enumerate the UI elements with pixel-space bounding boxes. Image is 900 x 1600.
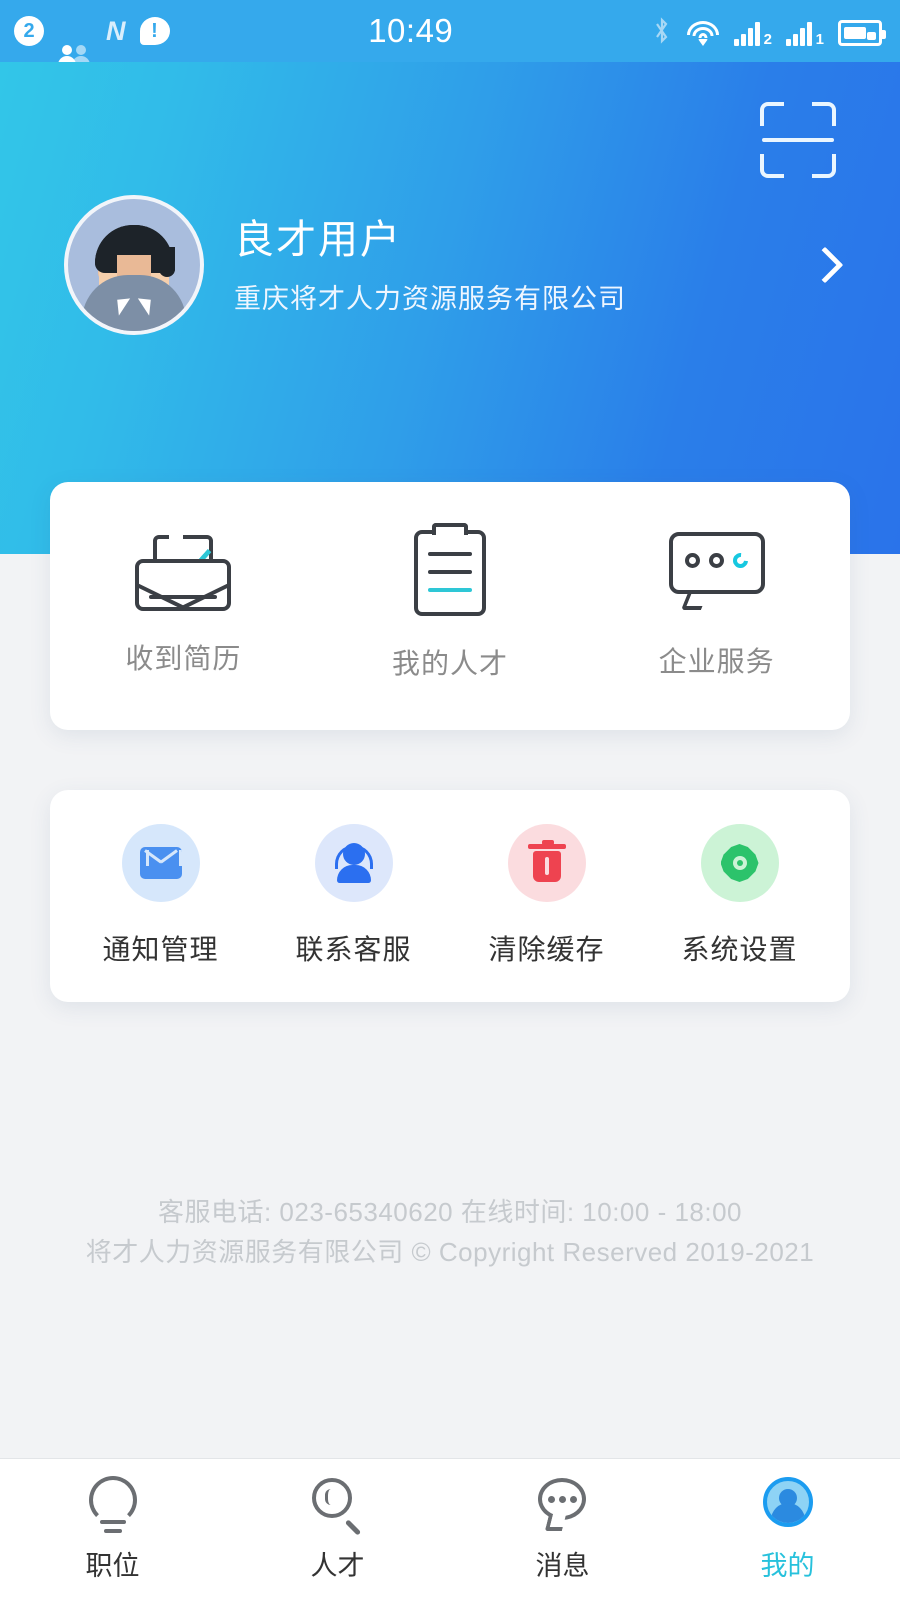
tab-label: 职位 (85, 1551, 140, 1581)
tool-system-settings[interactable]: 系统设置 (643, 824, 836, 968)
message-bubble-icon (535, 1476, 591, 1534)
tab-label: 消息 (535, 1551, 590, 1581)
tools-card: 通知管理 联系客服 清除缓存 系统设置 (50, 790, 850, 1002)
profile-text: 良才用户 重庆将才人力资源服务有限公司 (234, 215, 626, 316)
footer-info: 客服电话: 023-65340620 在线时间: 10:00 - 18:00 将… (0, 1192, 900, 1273)
trash-icon (507, 824, 586, 902)
profile-person-icon (760, 1476, 816, 1534)
quick-action-label: 我的人才 (392, 648, 509, 679)
chevron-right-icon[interactable] (806, 246, 844, 284)
notification-count-icon: 2 (14, 16, 44, 46)
tool-label: 系统设置 (681, 934, 798, 965)
tool-clear-cache[interactable]: 清除缓存 (450, 824, 643, 968)
tab-label: 我的 (760, 1551, 815, 1581)
tools-grid: 通知管理 联系客服 清除缓存 系统设置 (50, 790, 850, 1002)
bottom-tab-bar: 职位 人才 消息 我的 (0, 1458, 900, 1600)
tool-notification-management[interactable]: 通知管理 (64, 824, 257, 968)
chat-bubble-dots-icon (668, 532, 765, 614)
signal-sim1-icon: 1 (786, 22, 824, 48)
profile-row[interactable]: 良才用户 重庆将才人力资源服务有限公司 (0, 185, 900, 345)
alert-exclamation-icon: ! (139, 17, 170, 45)
tool-contact-support[interactable]: 联系客服 (257, 824, 450, 968)
signal-sim2-icon: 2 (734, 22, 772, 48)
status-bar: 2 N ! 10:49 2 1 (0, 0, 900, 68)
status-bar-right-icons: 2 1 (652, 16, 900, 48)
contacts-icon (58, 17, 92, 68)
quick-actions-grid: 收到简历 我的人才 企业服务 (50, 482, 850, 730)
footer-copyright-line: 将才人力资源服务有限公司 © Copyright Reserved 2019-2… (85, 1237, 815, 1268)
battery-charging-icon (838, 20, 886, 46)
quick-action-received-resumes[interactable]: 收到简历 (50, 535, 317, 677)
user-avatar (64, 195, 204, 335)
tool-label: 通知管理 (102, 934, 219, 965)
netease-n-icon: N (106, 15, 126, 46)
company-name: 重庆将才人力资源服务有限公司 (234, 283, 626, 314)
headset-support-icon (314, 824, 393, 902)
tab-talents[interactable]: 人才 (225, 1459, 450, 1600)
quick-action-enterprise-services[interactable]: 企业服务 (583, 532, 850, 680)
tool-label: 清除缓存 (488, 934, 605, 965)
gear-icon (700, 824, 779, 902)
quick-action-my-talents[interactable]: 我的人才 (317, 523, 584, 682)
tab-messages[interactable]: 消息 (450, 1459, 675, 1600)
mail-icon (121, 824, 200, 902)
status-bar-left-icons: 2 N ! (0, 15, 170, 68)
user-name: 良才用户 (234, 217, 402, 262)
magnifier-icon (310, 1476, 366, 1536)
quick-action-label: 收到简历 (125, 643, 242, 674)
clipboard-lines-icon (414, 523, 486, 620)
lightbulb-icon (85, 1476, 141, 1534)
profile-header: 良才用户 重庆将才人力资源服务有限公司 (0, 62, 900, 554)
quick-action-label: 企业服务 (658, 646, 775, 677)
tab-mine[interactable]: 我的 (675, 1459, 900, 1600)
footer-contact-line: 客服电话: 023-65340620 在线时间: 10:00 - 18:00 (157, 1197, 743, 1227)
bluetooth-icon (656, 17, 668, 44)
tab-label: 人才 (310, 1551, 365, 1581)
scan-qr-icon[interactable] (760, 102, 836, 178)
wifi-icon (686, 20, 720, 46)
tab-jobs[interactable]: 职位 (0, 1459, 225, 1600)
status-bar-clock: 10:49 (368, 12, 454, 49)
envelope-check-icon (135, 535, 232, 611)
quick-actions-card: 收到简历 我的人才 企业服务 (50, 482, 850, 730)
tool-label: 联系客服 (295, 934, 412, 965)
